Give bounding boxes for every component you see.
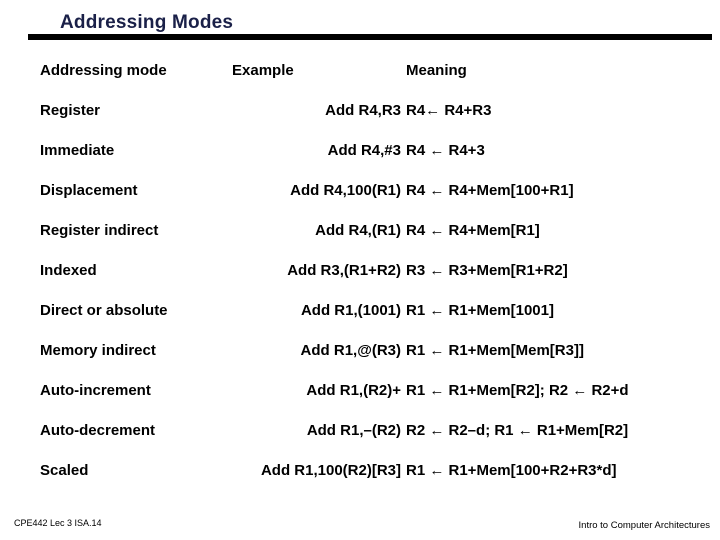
cell-addressing-mode: Direct or absolute	[40, 301, 168, 319]
cell-meaning: R1 ← R1+Mem[R2]; R2 ← R2+d	[406, 381, 629, 399]
title-divider	[28, 34, 712, 40]
cell-example: Add R1,(1001)	[300, 301, 401, 319]
table-row: Register indirect Add R4,(R1) R4 ← R4+Me…	[0, 210, 720, 250]
footer-course-title: Intro to Computer Architectures	[578, 520, 710, 531]
cell-example: Add R1,@(R3)	[300, 341, 401, 359]
column-header-meaning: Meaning	[406, 61, 467, 79]
cell-addressing-mode: Register indirect	[40, 221, 159, 239]
cell-example: Add R3,(R1+R2)	[287, 261, 401, 279]
table-row: Direct or absolute Add R1,(1001) R1 ← R1…	[0, 290, 720, 330]
cell-example: Add R1,100(R2)[R3]	[260, 461, 401, 479]
cell-addressing-mode: Immediate	[40, 141, 115, 159]
table-row: Immediate Add R4,#3 R4 ← R4+3	[0, 130, 720, 170]
cell-example: Add R4,#3	[327, 141, 401, 159]
cell-addressing-mode: Auto-increment	[40, 381, 151, 399]
table-row: Auto-increment Add R1,(R2)+ R1 ← R1+Mem[…	[0, 370, 720, 410]
column-header-example: Example	[232, 61, 294, 79]
cell-addressing-mode: Indexed	[40, 261, 97, 279]
column-header-addressing-mode: Addressing mode	[40, 61, 167, 79]
table-row: Auto-decrement Add R1,–(R2) R2 ← R2–d; R…	[0, 410, 720, 450]
cell-addressing-mode: Scaled	[40, 461, 89, 479]
cell-example: Add R4,100(R1)	[290, 181, 401, 199]
footer-course-label: CPE442 Lec 3 ISA.14	[14, 518, 102, 528]
addressing-modes-table: Addressing mode Example Meaning Register…	[0, 50, 720, 490]
table-header-row: Addressing mode Example Meaning	[0, 50, 720, 90]
page-title: Addressing Modes	[60, 12, 234, 33]
table-row: Scaled Add R1,100(R2)[R3] R1 ← R1+Mem[10…	[0, 450, 720, 490]
cell-meaning: R1 ← R1+Mem[Mem[R3]]	[406, 341, 584, 359]
cell-addressing-mode: Displacement	[40, 181, 138, 199]
cell-addressing-mode: Register	[40, 101, 101, 119]
cell-addressing-mode: Memory indirect	[40, 341, 156, 359]
table-row: Indexed Add R3,(R1+R2) R3 ← R3+Mem[R1+R2…	[0, 250, 720, 290]
cell-meaning: R1 ← R1+Mem[1001]	[406, 301, 554, 319]
cell-addressing-mode: Auto-decrement	[40, 421, 156, 439]
cell-meaning: R1 ← R1+Mem[100+R2+R3*d]	[406, 461, 617, 479]
table-row: Register Add R4,R3 R4← R4+R3	[0, 90, 720, 130]
cell-meaning: R2 ← R2–d; R1 ← R1+Mem[R2]	[406, 421, 629, 439]
cell-meaning: R4 ← R4+Mem[100+R1]	[406, 181, 574, 199]
cell-example: Add R4,(R1)	[315, 221, 401, 239]
cell-example: Add R1,(R2)+	[306, 381, 401, 399]
cell-meaning: R4 ← R4+Mem[R1]	[406, 221, 540, 239]
cell-example: Add R1,–(R2)	[306, 421, 401, 439]
cell-meaning: R3 ← R3+Mem[R1+R2]	[406, 261, 568, 279]
cell-meaning: R4← R4+R3	[406, 101, 492, 119]
cell-example: Add R4,R3	[325, 101, 401, 119]
table-row: Memory indirect Add R1,@(R3) R1 ← R1+Mem…	[0, 330, 720, 370]
cell-meaning: R4 ← R4+3	[406, 141, 485, 159]
table-row: Displacement Add R4,100(R1) R4 ← R4+Mem[…	[0, 170, 720, 210]
table-body: Addressing mode Example Meaning Register…	[0, 50, 720, 490]
